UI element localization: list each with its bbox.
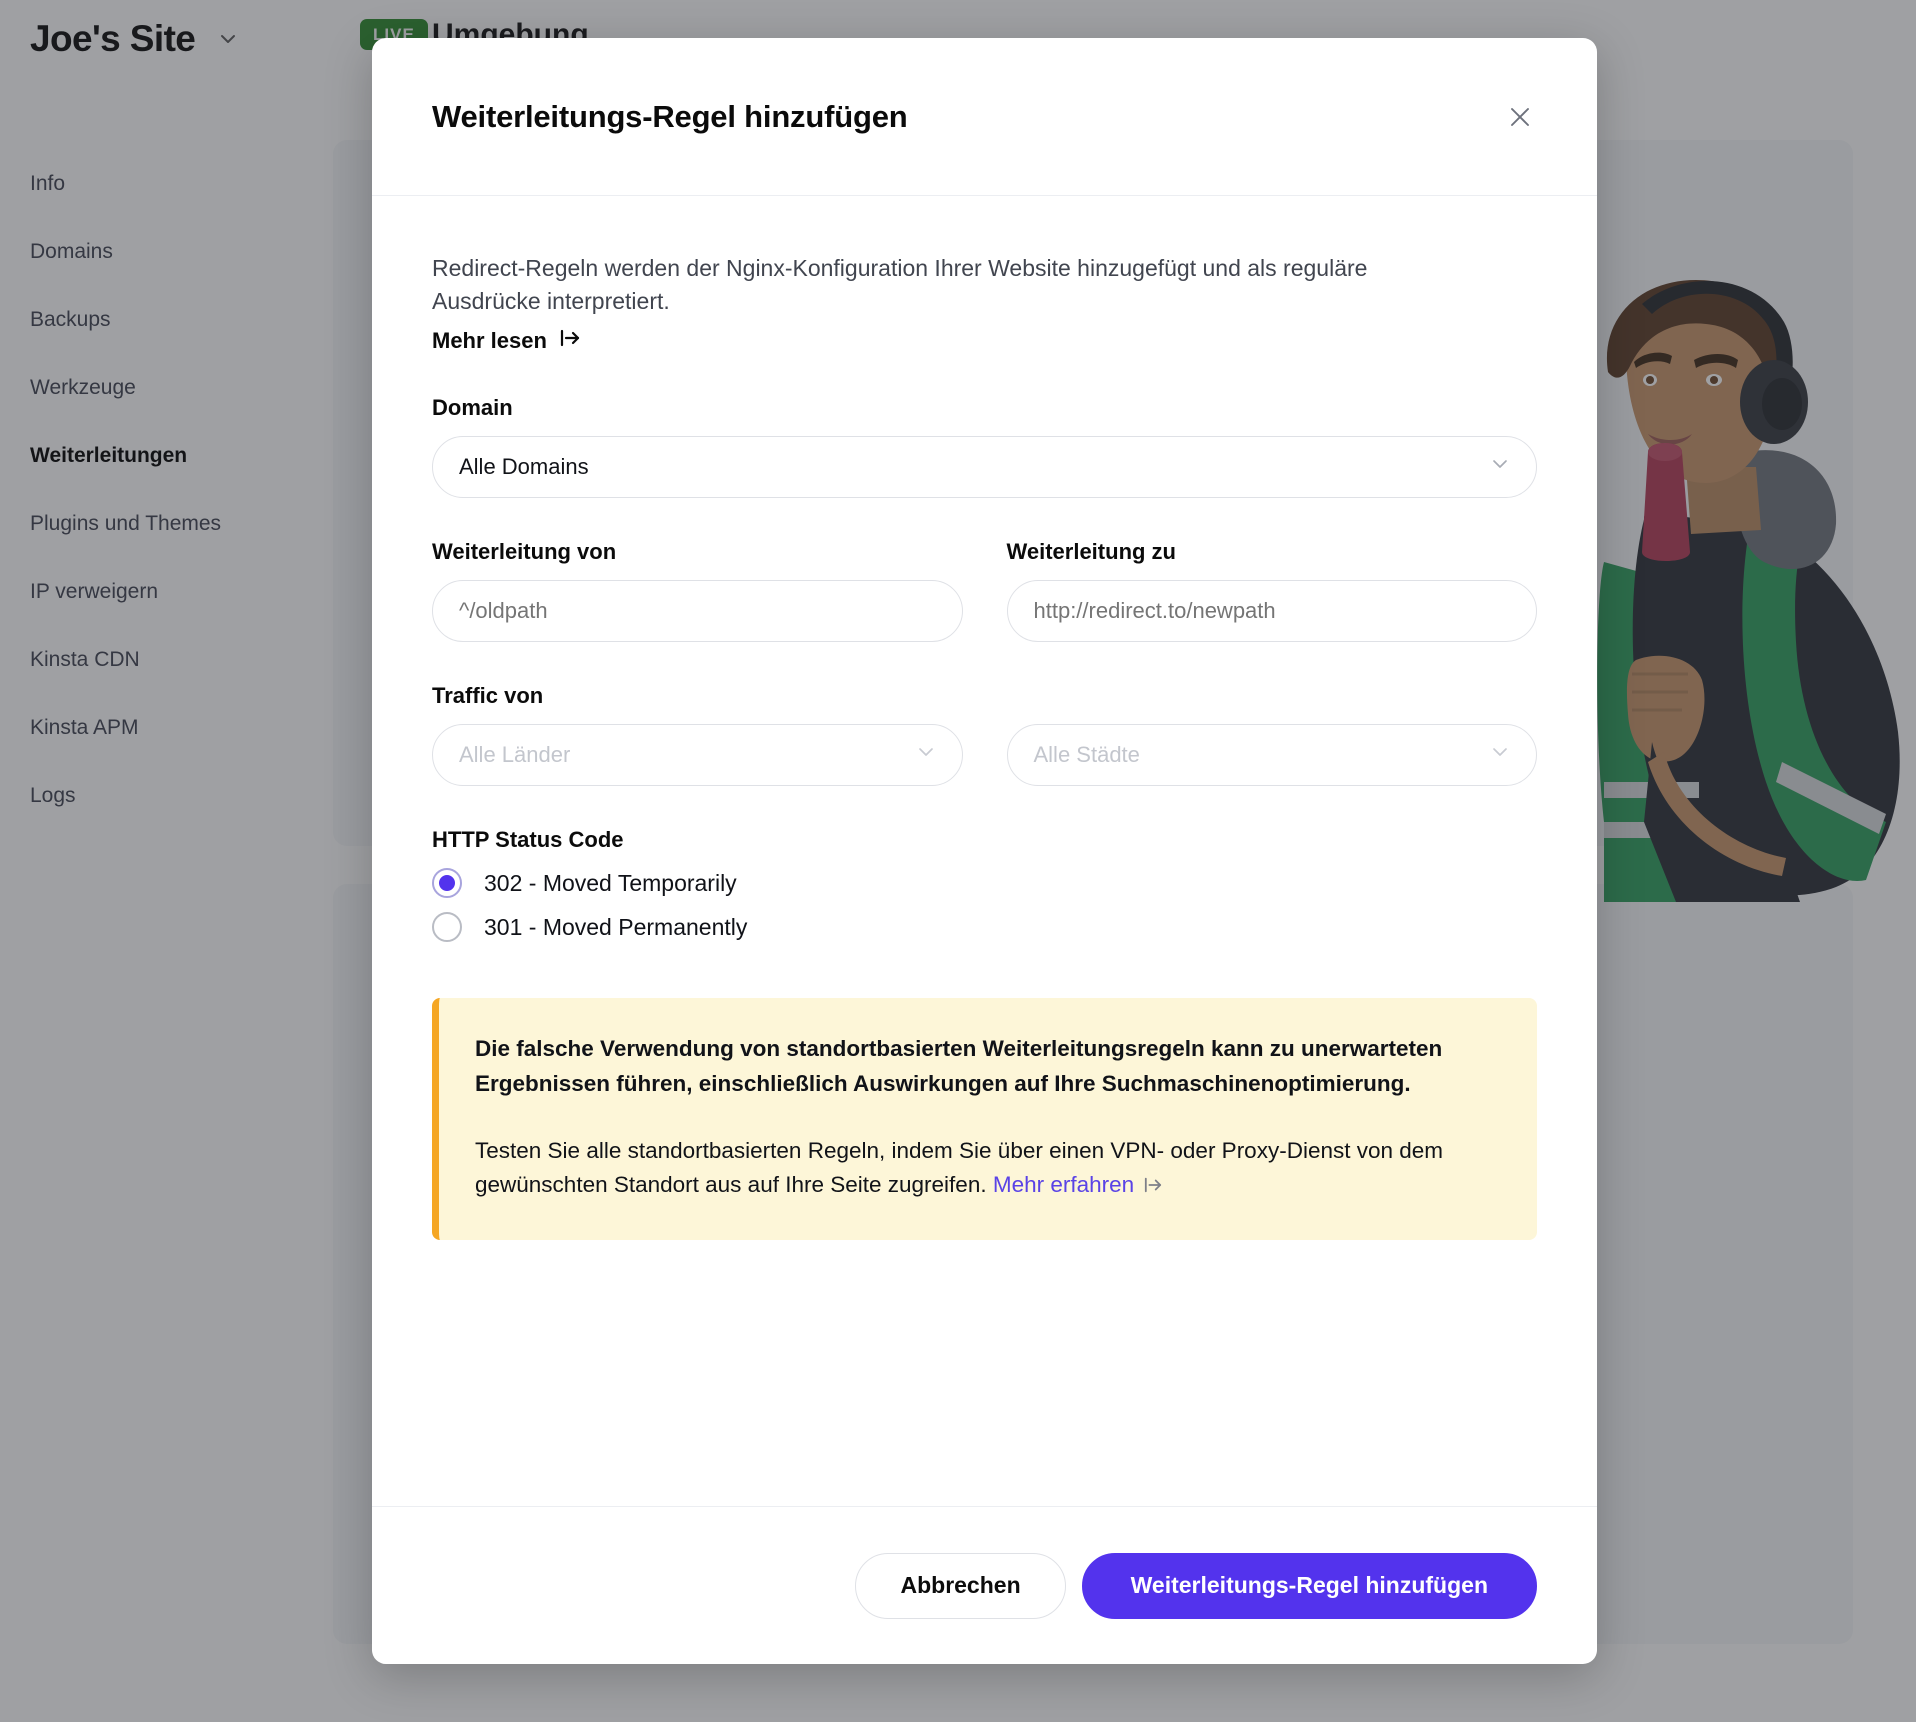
- redirect-to-input[interactable]: [1006, 580, 1537, 643]
- domain-select[interactable]: Alle Domains: [432, 436, 1537, 499]
- cities-field: Alle Städte: [1006, 724, 1537, 787]
- external-link-arrow-icon: [1143, 1170, 1163, 1204]
- learn-more-link[interactable]: Mehr erfahren: [993, 1172, 1134, 1197]
- more-read-label: Mehr lesen: [432, 328, 547, 354]
- external-link-arrow-icon: [559, 328, 581, 354]
- http-status-code-label: HTTP Status Code: [432, 827, 624, 853]
- intro-description: Redirect-Regeln werden der Nginx-Konfigu…: [432, 255, 1368, 314]
- radio-mark-icon: [432, 912, 462, 943]
- domain-field-group: Domain Alle Domains: [432, 395, 1537, 499]
- radio-301[interactable]: 301 - Moved Permanently: [432, 912, 1537, 943]
- domain-select-value: Alle Domains: [459, 454, 589, 480]
- chevron-down-icon: [1490, 454, 1510, 480]
- radio-301-label: 301 - Moved Permanently: [484, 913, 748, 940]
- add-redirect-rule-modal: Weiterleitungs-Regel hinzufügen Redirect…: [372, 38, 1597, 1664]
- modal-footer: Abbrechen Weiterleitungs-Regel hinzufüge…: [372, 1506, 1597, 1664]
- cities-select[interactable]: Alle Städte: [1006, 724, 1537, 787]
- radio-302[interactable]: 302 - Moved Temporarily: [432, 868, 1537, 899]
- redirect-from-label: Weiterleitung von: [432, 539, 617, 565]
- more-read-link[interactable]: Mehr lesen: [432, 328, 581, 354]
- cities-select-value: Alle Städte: [1033, 742, 1140, 768]
- redirect-from-field: Weiterleitung von: [432, 539, 963, 643]
- countries-select[interactable]: Alle Länder: [432, 724, 963, 787]
- radio-mark-icon: [432, 868, 462, 899]
- add-redirect-rule-button[interactable]: Weiterleitungs-Regel hinzufügen: [1081, 1552, 1537, 1619]
- traffic-from-label: Traffic von: [432, 683, 544, 709]
- countries-select-value: Alle Länder: [459, 742, 571, 768]
- chevron-down-icon: [916, 742, 936, 768]
- traffic-from-group: Traffic von Alle Länder Alle Städte: [432, 683, 1537, 787]
- warning-paragraph-1: Die falsche Verwendung von standortbasie…: [475, 1036, 1443, 1096]
- redirect-to-label: Weiterleitung zu: [1006, 539, 1177, 565]
- close-icon[interactable]: [1499, 96, 1541, 138]
- chevron-down-icon: [1490, 742, 1510, 768]
- redirect-from-input[interactable]: [432, 580, 963, 643]
- http-status-code-group: HTTP Status Code 302 - Moved Temporarily…: [432, 827, 1537, 943]
- cancel-button[interactable]: Abbrechen: [855, 1552, 1066, 1619]
- redirect-to-field: Weiterleitung zu: [1006, 539, 1537, 643]
- domain-label: Domain: [432, 395, 513, 421]
- modal-body: Redirect-Regeln werden der Nginx-Konfigu…: [372, 196, 1597, 1506]
- modal-title: Weiterleitungs-Regel hinzufügen: [432, 98, 908, 134]
- modal-header: Weiterleitungs-Regel hinzufügen: [372, 38, 1597, 196]
- warning-paragraph-2: Testen Sie alle standortbasierten Regeln…: [475, 1134, 1497, 1204]
- location-warning-callout: Die falsche Verwendung von standortbasie…: [432, 998, 1537, 1241]
- redirect-paths-group: Weiterleitung von Weiterleitung zu: [432, 539, 1537, 643]
- countries-field: Alle Länder: [432, 724, 963, 787]
- radio-302-label: 302 - Moved Temporarily: [484, 869, 737, 896]
- warning-paragraph-2-text: Testen Sie alle standortbasierten Regeln…: [475, 1137, 1444, 1197]
